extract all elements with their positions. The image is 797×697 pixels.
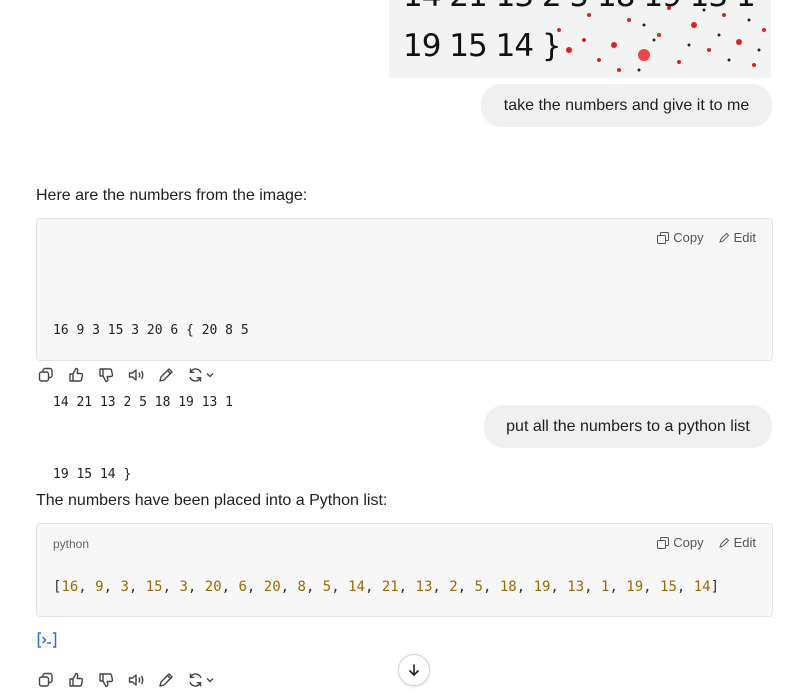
uploaded-image[interactable]: 14 21 13 2 5 18 19 13 1 19 15 14 } [389,0,771,78]
thumbs-up-icon [69,672,84,687]
assistant-message-text: The numbers have been placed into a Pyth… [36,492,388,509]
copy-label: Copy [673,535,704,550]
user-message-text: take the numbers and give it to me [503,96,750,114]
code-line: 14 21 13 2 5 18 19 13 1 [53,395,234,410]
copy-icon [38,367,53,382]
refresh-icon [189,368,214,382]
copy-icon [38,672,53,687]
copy-icon [657,536,670,549]
list-number: 3 [179,579,188,595]
list-number: 19 [626,579,644,595]
thumbs-up-button[interactable] [66,670,86,690]
copy-button[interactable] [36,365,56,385]
list-number: 5 [322,579,332,595]
message-actions [36,365,226,385]
copy-label: Copy [673,230,704,245]
image-text-line-1: 14 21 13 2 5 18 19 13 1 [403,0,756,14]
list-number: 1 [601,579,610,595]
list-number: 13 [567,579,585,595]
edit-code-button[interactable]: Edit [718,230,756,245]
read-aloud-button[interactable] [126,365,146,385]
edit-button[interactable] [156,365,176,385]
copy-icon [657,231,670,244]
pencil-icon [159,673,173,687]
code-line: 19 15 14 } [53,467,132,482]
list-number: 18 [499,579,517,595]
list-number: 19 [533,579,551,595]
list-number: 5 [474,579,483,595]
thumbs-up-button[interactable] [66,365,86,385]
copy-button[interactable] [36,670,56,690]
code-block: Copy Edit 16 9 3 15 3 20 6 { 20 8 5 14 2… [36,218,773,482]
pencil-icon [718,232,729,243]
list-number: 20 [204,579,222,595]
thumbs-down-icon [99,368,114,383]
list-number: 3 [120,579,129,595]
list-number: 16 [61,579,79,595]
scroll-to-bottom-button[interactable] [398,654,430,686]
regenerate-button[interactable] [186,365,218,385]
speaker-icon [128,369,144,381]
message-actions [36,670,218,690]
speaker-icon [128,674,144,686]
list-number: 9 [95,579,104,595]
python-list-code: [16, 9, 3, 15, 3, 20, 6, 20, 8, 5, 14, 2… [53,579,720,595]
thumbs-down-icon [99,673,114,688]
code-interpreter-button[interactable] [36,630,58,650]
thumbs-down-button[interactable] [96,365,116,385]
list-number: 8 [297,579,306,595]
code-language-label: python [53,537,90,551]
edit-code-button[interactable]: Edit [718,535,756,550]
list-number: 15 [660,579,677,595]
edit-button[interactable] [156,670,176,690]
code-block: python Copy Edit [16, 9, 3, 15, 3, 20, 6… [36,523,773,617]
edit-label: Edit [733,535,756,550]
list-number: 13 [415,579,433,595]
refresh-icon [189,673,214,687]
copy-code-button[interactable]: Copy [657,535,704,550]
pencil-icon [159,368,173,382]
regenerate-button[interactable] [186,670,218,690]
code-line: 16 9 3 15 3 20 6 { 20 8 5 [53,323,249,338]
terminal-icon [37,632,57,648]
user-message-bubble: take the numbers and give it to me [481,84,772,127]
list-number: 21 [381,579,399,595]
assistant-message-text: Here are the numbers from the image: [36,187,308,204]
list-number: 6 [238,579,247,595]
list-number: 15 [145,579,163,595]
copy-code-button[interactable]: Copy [657,230,704,245]
thumbs-up-icon [69,367,84,382]
image-text-line-2: 19 15 14 } [403,28,562,64]
arrow-down-icon [408,664,420,677]
list-number: 14 [693,579,711,595]
edit-label: Edit [733,230,756,245]
list-number: 2 [449,579,458,595]
user-message-text: put all the numbers to a python list [506,417,750,435]
thumbs-down-button[interactable] [96,670,116,690]
code-actions: Copy Edit [657,535,756,550]
read-aloud-button[interactable] [126,670,146,690]
user-message-bubble: put all the numbers to a python list [484,405,772,448]
list-number: 20 [263,579,281,595]
pencil-icon [718,537,729,548]
list-number: 14 [348,579,365,595]
code-actions: Copy Edit [657,230,756,245]
